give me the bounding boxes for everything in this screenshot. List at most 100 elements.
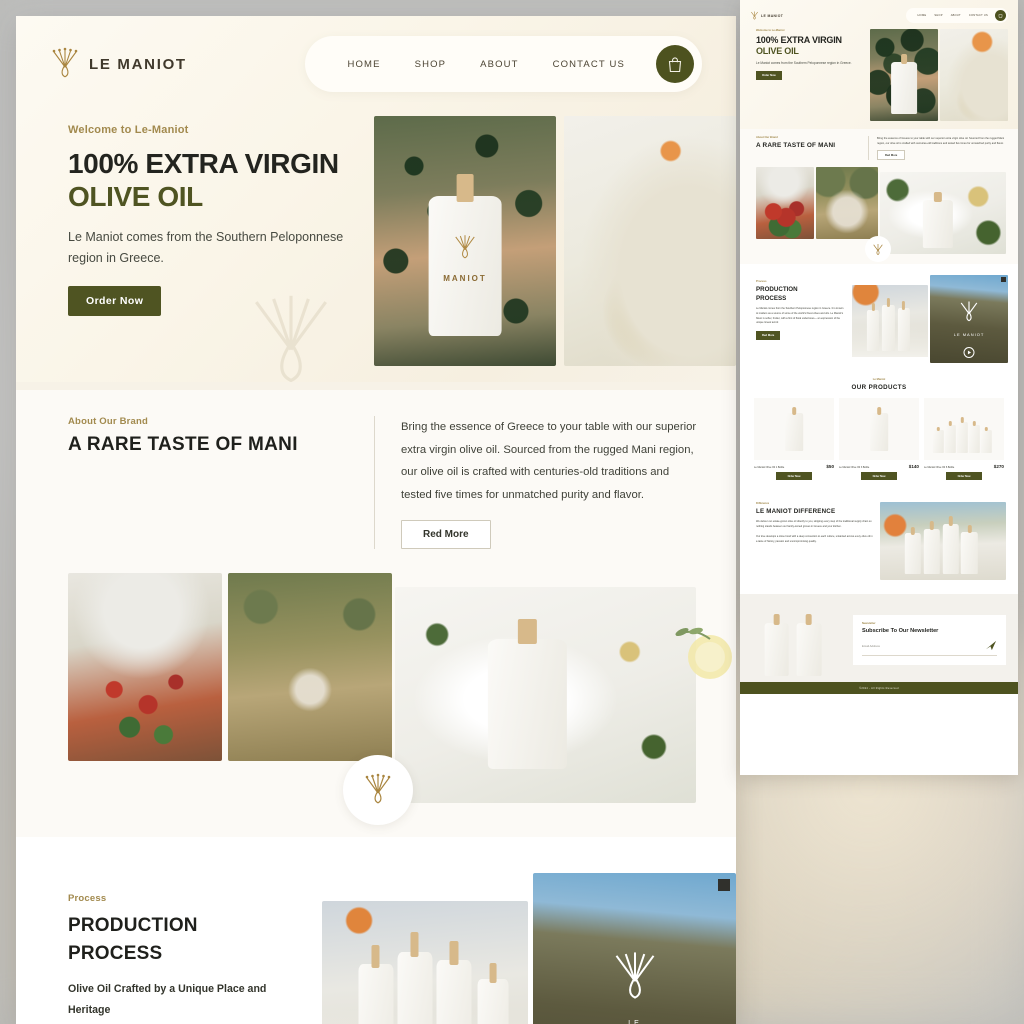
thumb-nav-item-about[interactable]: ABOUT <box>947 14 965 17</box>
expand-icon[interactable] <box>718 879 730 892</box>
product-image-1-bottle <box>754 398 834 461</box>
thumb-products-section: Le Maniot OUR PRODUCTS Le Maniot Olive O… <box>740 372 1018 491</box>
thumb-production-image-mountain-video[interactable]: LE MANIOT <box>930 275 1008 364</box>
nav-item-shop[interactable]: SHOP <box>398 59 464 70</box>
nav-item-home[interactable]: HOME <box>331 59 398 70</box>
play-icon[interactable] <box>963 347 975 359</box>
thumb-hero-copy: Welcome to Le-Maniot 100% EXTRA VIRGIN O… <box>740 29 870 121</box>
product-name: Le Maniot Olive Oil 3 Bottle <box>839 466 870 470</box>
gallery-logo-badge <box>343 755 413 826</box>
thumb-products-title: OUR PRODUCTS <box>851 384 907 392</box>
thumb-difference-section: Difference LE MANIOT DIFFERENCE We deliv… <box>740 490 1018 595</box>
newsletter-card: Newsletter Subscribe To Our Newsletter E… <box>853 615 1006 666</box>
product-name: Le Maniot Olive Oil 1 Bottle <box>754 466 785 470</box>
hero-subtitle: Le Maniot comes from the Southern Pelopo… <box>68 230 344 265</box>
product-price: $270 <box>993 464 1004 470</box>
production-image-mountain-video[interactable]: LE LE MANIOT <box>533 873 736 1024</box>
thumb-newsletter-eyebrow: Newsletter <box>862 622 876 626</box>
thumb-about-title: A RARE TASTE OF MANI <box>756 142 836 149</box>
thumb-about-read-more-button[interactable]: Red More <box>877 150 906 161</box>
page-title: 100% EXTRA VIRGIN OLIVE OIL <box>68 147 354 213</box>
gallery-image-couple <box>228 573 392 762</box>
thumb-production-title-line2: PROCESS <box>756 295 787 303</box>
thumb-hero-section: LE MANIOT HOME SHOP ABOUT CONTACT US Wel… <box>740 0 1018 129</box>
thumb-production-read-more-button[interactable]: Red More <box>756 331 781 341</box>
nav-item-about[interactable]: ABOUT <box>463 59 535 70</box>
thumb-brand-logo[interactable]: LE MANIOT <box>750 10 783 21</box>
thumb-about-section: About Our Brand A RARE TASTE OF MANI Bri… <box>740 129 1018 265</box>
product-name: Le Maniot Olive Oil 6 Bottle <box>924 466 955 470</box>
about-title: A RARE TASTE OF MANI <box>68 434 298 455</box>
hero-title-line1: 100% EXTRA VIRGIN <box>68 148 339 179</box>
crown-logo-icon <box>615 952 654 1000</box>
about-read-more-button[interactable]: Red More <box>401 520 491 550</box>
newsletter-input-row[interactable]: Email Address <box>862 640 997 657</box>
thumb-hero-title-line2: OLIVE OIL <box>756 45 799 56</box>
gallery-image-bottle-flatlay <box>395 587 696 804</box>
thumb-difference-paragraph-2: Our love develops a close bond with a de… <box>756 534 873 543</box>
thumb-newsletter-title: Subscribe To Our Newsletter <box>862 628 939 635</box>
production-images: LE LE MANIOT <box>316 873 736 1024</box>
thumb-nav-item-contact-us[interactable]: CONTACT US <box>965 14 992 17</box>
about-section: About Our Brand A RARE TASTE OF MANI Bri… <box>16 390 736 838</box>
thumb-newsletter-image <box>752 604 847 677</box>
crown-logo-icon <box>960 301 978 322</box>
thumb-newsletter-section: Newsletter Subscribe To Our Newsletter E… <box>740 594 1018 683</box>
thumb-about-eyebrow: About Our Brand <box>756 136 778 139</box>
product-price: $140 <box>908 464 919 470</box>
thumb-gallery-image-salad <box>756 167 814 240</box>
brand-logo[interactable]: LE MANIOT <box>50 45 187 83</box>
about-body: Bring the essence of Greece to your tabl… <box>401 421 697 501</box>
thumb-main-navigation: HOME SHOP ABOUT CONTACT US <box>905 8 1008 23</box>
thumb-nav-item-shop[interactable]: SHOP <box>930 14 946 17</box>
hero-section: LE MANIOT HOME SHOP ABOUT CONTACT US Wel… <box>16 16 736 390</box>
cart-button[interactable] <box>656 45 694 83</box>
thumb-gallery-image-couple <box>816 167 878 240</box>
production-image-bottles <box>322 901 528 1024</box>
thumb-nav-item-home[interactable]: HOME <box>914 14 931 17</box>
crown-logo-icon <box>52 47 78 78</box>
about-heading-block: About Our Brand A RARE TASTE OF MANI <box>68 416 368 549</box>
product-image-6-bottle <box>924 398 1004 461</box>
thumb-product-list: Le Maniot Olive Oil 1 Bottle $50 Order N… <box>740 391 1018 481</box>
shopping-bag-icon <box>668 56 682 72</box>
shopping-bag-icon <box>998 14 1003 18</box>
expand-icon[interactable] <box>1001 277 1006 283</box>
product-card[interactable]: Le Maniot Olive Oil 3 Bottle $140 Order … <box>839 398 919 481</box>
brand-name: LE MANIOT <box>89 55 187 73</box>
send-icon[interactable] <box>985 640 997 651</box>
product-order-now-button[interactable]: Order Now <box>861 472 897 481</box>
lemon-olive-decoration <box>675 628 732 680</box>
production-body: Le Maniot comes from the Southern Pelopo… <box>68 1020 298 1024</box>
thumb-about-heading-block: About Our Brand A RARE TASTE OF MANI <box>756 136 868 160</box>
thumb-hero-subtitle: Le Maniot comes from the Southern Pelopo… <box>756 60 852 65</box>
gallery-image-salad <box>68 573 222 762</box>
bottle-label-text: MANIOT <box>443 273 487 283</box>
thumb-difference-copy: Difference LE MANIOT DIFFERENCE We deliv… <box>756 502 874 580</box>
email-field-placeholder[interactable]: Email Address <box>862 644 880 648</box>
thumb-production-image-bottles <box>852 285 928 358</box>
thumb-order-now-button[interactable]: Order Now <box>756 71 782 81</box>
thumb-about-gallery <box>740 160 1018 263</box>
product-card[interactable]: Le Maniot Olive Oil 1 Bottle $50 Order N… <box>754 398 834 481</box>
production-title: PRODUCTION PROCESS <box>68 912 298 967</box>
product-order-now-button[interactable]: Order Now <box>946 472 982 481</box>
thumb-page-title: 100% EXTRA VIRGIN OLIVE OIL <box>756 35 870 57</box>
website-preview-main: LE MANIOT HOME SHOP ABOUT CONTACT US Wel… <box>16 16 736 1024</box>
production-eyebrow: Process <box>68 893 107 905</box>
order-now-button[interactable]: Order Now <box>68 286 162 317</box>
thumb-cart-button[interactable] <box>995 10 1006 21</box>
hero-image-pouring-oil <box>564 116 736 366</box>
about-body-block: Bring the essence of Greece to your tabl… <box>374 416 702 550</box>
about-eyebrow: About Our Brand <box>68 416 149 427</box>
product-price: $50 <box>826 464 834 470</box>
product-card[interactable]: Le Maniot Olive Oil 6 Bottle $270 Order … <box>924 398 1004 481</box>
website-preview-thumbnail: LE MANIOT HOME SHOP ABOUT CONTACT US Wel… <box>740 0 1018 775</box>
production-title-line2: PROCESS <box>68 942 163 964</box>
site-header: LE MANIOT HOME SHOP ABOUT CONTACT US <box>16 16 736 98</box>
hero-images: MANIOT <box>374 116 736 366</box>
bottle-crown-icon <box>455 235 475 259</box>
thumb-about-body-block: Bring the essence of Greece to your tabl… <box>868 136 1008 161</box>
product-order-now-button[interactable]: Order Now <box>776 472 812 481</box>
nav-item-contact-us[interactable]: CONTACT US <box>536 59 642 70</box>
